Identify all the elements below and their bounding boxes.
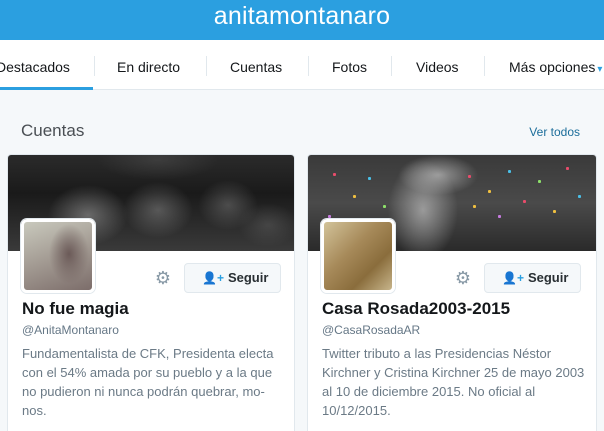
tab-divider: [484, 56, 485, 76]
follow-button[interactable]: 👤+ Seguir: [184, 263, 281, 293]
tab-label: Fotos: [332, 59, 368, 75]
chevron-down-icon: ▾: [597, 64, 603, 75]
tab-label: Cuentas: [230, 59, 283, 75]
tab-bar: Destacados En directo Cuentas Fotos Vide…: [0, 40, 604, 90]
confetti: [333, 173, 336, 176]
follow-button[interactable]: 👤+ Seguir: [484, 263, 581, 293]
confetti: [523, 200, 526, 203]
confetti: [566, 167, 569, 170]
account-card[interactable]: ⚙ 👤+ Seguir No fue magia @AnitaMontanaro …: [7, 154, 295, 431]
tab-en-directo[interactable]: En directo: [117, 40, 180, 90]
confetti: [368, 177, 371, 180]
tab-label: Destacados: [0, 59, 70, 75]
confetti: [473, 205, 476, 208]
confetti: [488, 190, 491, 193]
tab-label: En directo: [117, 59, 181, 75]
see-all-link[interactable]: Ver todos: [529, 125, 580, 139]
confetti: [553, 210, 556, 213]
tab-divider: [94, 56, 95, 76]
account-card[interactable]: ⚙ 👤+ Seguir Casa Rosada2003-2015 @CasaRos…: [307, 154, 597, 431]
confetti: [538, 180, 541, 183]
account-handle[interactable]: @AnitaMontanaro: [22, 323, 119, 337]
confetti: [383, 205, 386, 208]
confetti: [328, 215, 331, 218]
confetti: [508, 170, 511, 173]
add-user-icon: 👤+: [202, 271, 224, 285]
tab-divider: [391, 56, 392, 76]
tab-mas-opciones[interactable]: Más opciones ▾: [509, 40, 602, 90]
confetti: [468, 175, 471, 178]
search-query-title: anitamontanaro: [213, 2, 391, 30]
tab-label: Videos: [416, 59, 459, 75]
gear-icon[interactable]: ⚙: [153, 268, 173, 288]
avatar[interactable]: [21, 219, 95, 293]
confetti: [353, 195, 356, 198]
tab-divider: [308, 56, 309, 76]
tab-destacados[interactable]: Destacados: [0, 40, 93, 90]
tab-label: Más opciones: [509, 59, 596, 75]
add-user-icon: 👤+: [502, 271, 524, 285]
tab-divider: [206, 56, 207, 76]
section-title: Cuentas: [21, 121, 85, 140]
account-name[interactable]: No fue magia: [22, 299, 129, 319]
account-bio: Twitter tributo a las Presidencias Nésto…: [322, 346, 585, 418]
tab-fotos[interactable]: Fotos: [332, 40, 367, 90]
avatar[interactable]: [321, 219, 395, 293]
gear-icon[interactable]: ⚙: [453, 268, 473, 288]
confetti: [498, 215, 501, 218]
tab-cuentas[interactable]: Cuentas: [230, 40, 282, 90]
account-bio: Fundamentalista de CFK, Presidenta elect…: [22, 346, 274, 418]
search-header: anitamontanaro: [0, 0, 604, 40]
tab-videos[interactable]: Videos: [416, 40, 459, 90]
account-handle[interactable]: @CasaRosadaAR: [322, 323, 420, 337]
confetti: [578, 195, 581, 198]
follow-label: Seguir: [527, 270, 569, 285]
account-name[interactable]: Casa Rosada2003-2015: [322, 299, 510, 319]
follow-label: Seguir: [227, 270, 269, 285]
